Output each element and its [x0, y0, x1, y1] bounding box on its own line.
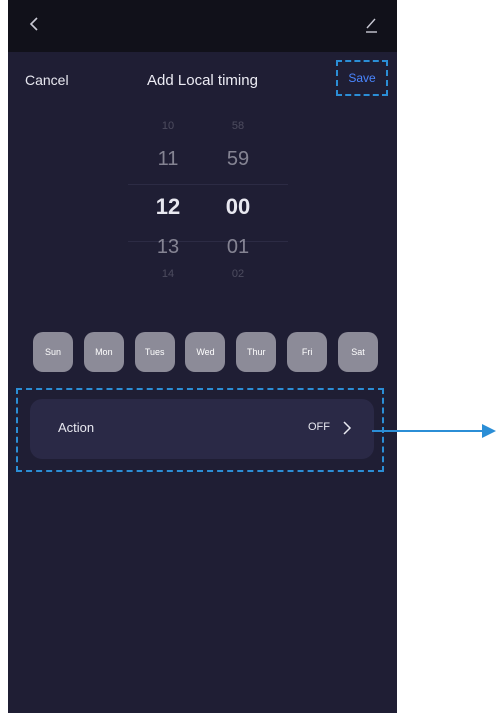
arrow-right-icon — [372, 424, 496, 438]
day-sat[interactable]: Sat — [337, 332, 378, 372]
chevron-right-icon — [343, 421, 352, 435]
action-label: Action — [58, 420, 95, 435]
hour-option[interactable]: 13 — [128, 236, 208, 259]
timing-form: Cancel Add Local timing Save 10 11 12 13… — [8, 52, 397, 713]
day-mon[interactable]: Mon — [83, 332, 124, 372]
minute-option[interactable]: 01 — [198, 236, 278, 259]
minute-option[interactable]: 59 — [198, 148, 278, 171]
day-tues[interactable]: Tues — [134, 332, 175, 372]
save-highlight: Save — [336, 60, 388, 96]
save-button[interactable]: Save — [348, 71, 375, 85]
chevron-left-icon[interactable] — [26, 16, 42, 32]
hour-selected[interactable]: 12 — [128, 194, 208, 220]
hour-option[interactable]: 11 — [128, 148, 208, 171]
hour-option[interactable]: 10 — [128, 120, 208, 132]
day-fri[interactable]: Fri — [287, 332, 328, 372]
minute-selected[interactable]: 00 — [198, 194, 278, 220]
day-thur[interactable]: Thur — [236, 332, 277, 372]
top-bar — [8, 0, 397, 52]
time-picker[interactable]: 10 11 12 13 14 58 59 00 01 02 — [8, 112, 397, 342]
weekday-selector: Sun Mon Tues Wed Thur Fri Sat — [33, 332, 378, 372]
edit-icon[interactable] — [363, 16, 379, 34]
day-wed[interactable]: Wed — [185, 332, 226, 372]
phone-screen: Cancel Add Local timing Save 10 11 12 13… — [8, 0, 397, 713]
minute-option[interactable]: 58 — [198, 120, 278, 132]
hour-option[interactable]: 14 — [128, 268, 208, 280]
form-header: Cancel Add Local timing Save — [8, 52, 397, 108]
day-sun[interactable]: Sun — [33, 332, 73, 372]
action-value: OFF — [308, 421, 330, 433]
minute-option[interactable]: 02 — [198, 268, 278, 280]
action-row[interactable]: Action OFF — [30, 399, 374, 459]
